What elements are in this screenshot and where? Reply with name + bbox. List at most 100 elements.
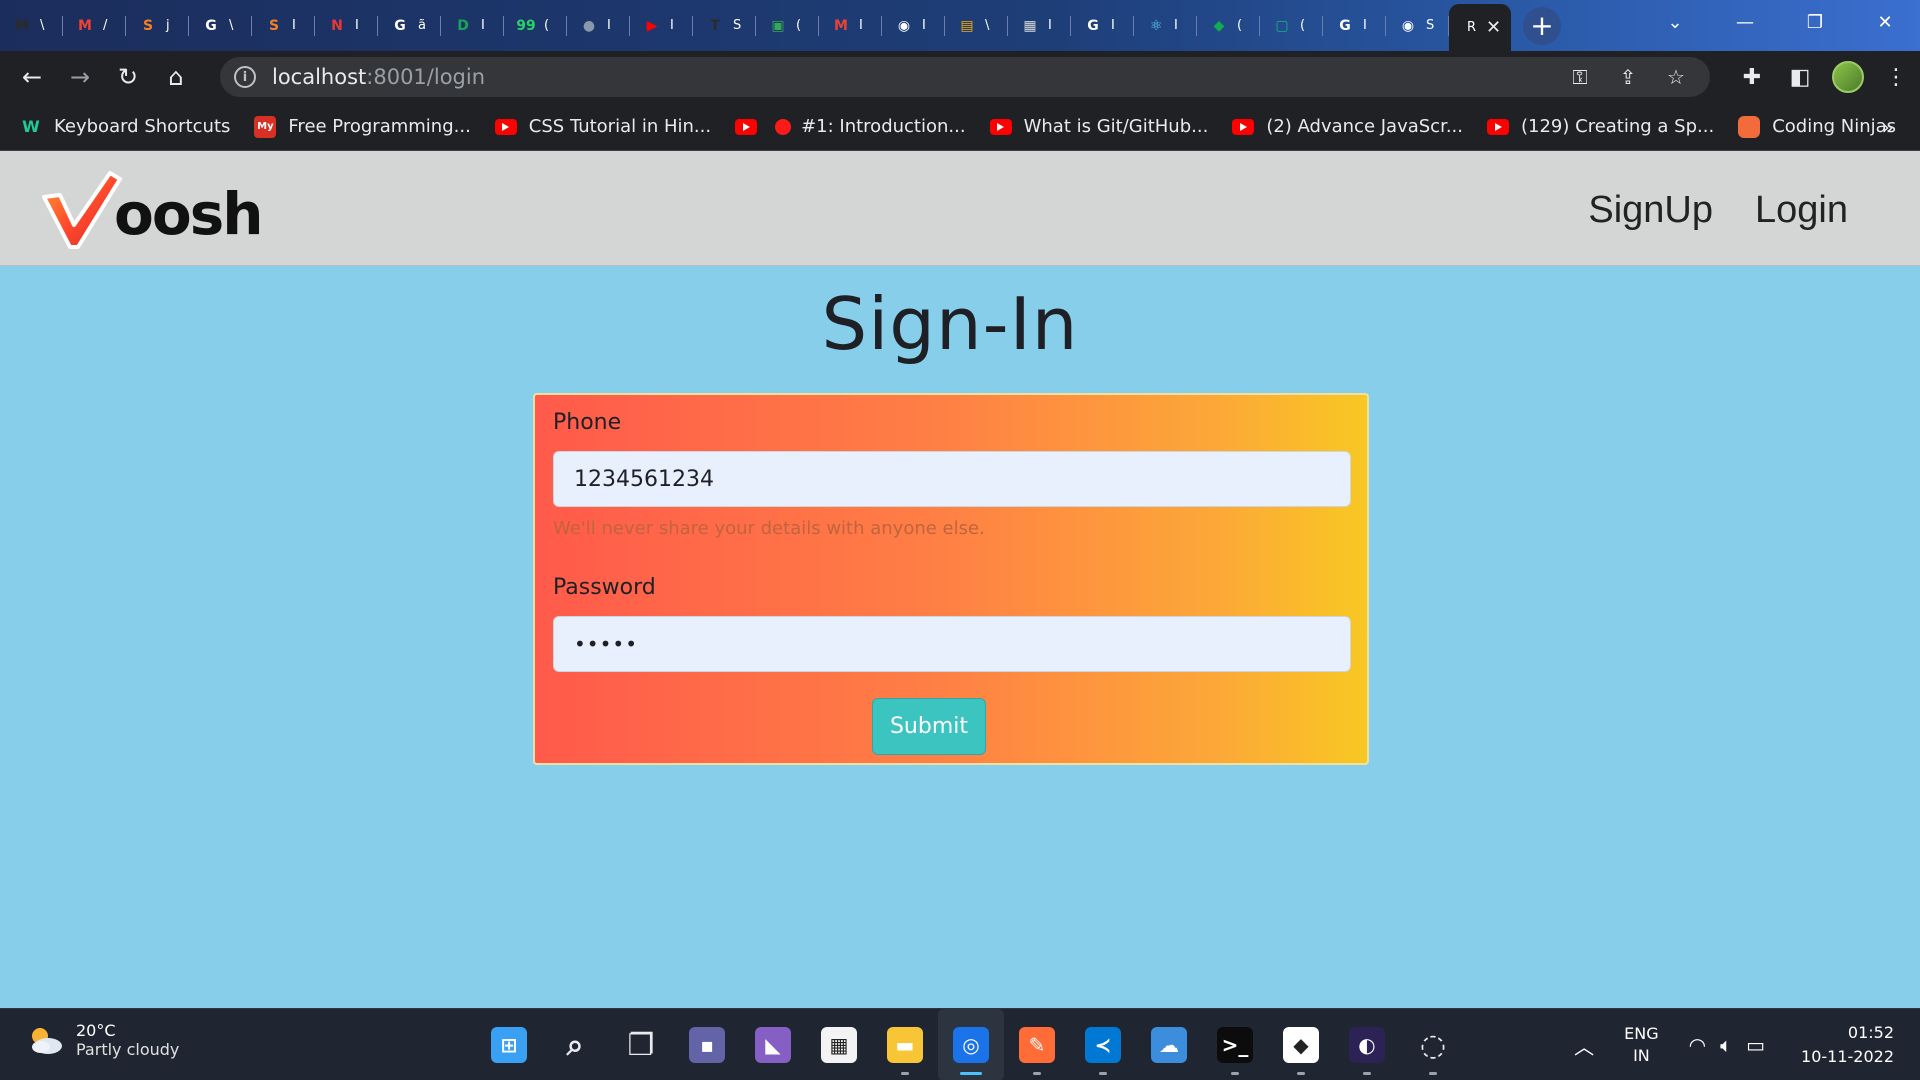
partly-cloudy-icon [26, 1024, 66, 1056]
github-icon: ◉ [1401, 17, 1415, 34]
taskbar-app[interactable]: ☁ [1136, 1009, 1202, 1080]
submit-button[interactable]: Submit [872, 698, 986, 755]
taskbar-app[interactable]: ◆ [1268, 1009, 1334, 1080]
tab-15[interactable]: ▤ \ [945, 0, 1008, 51]
tab-title: I [607, 18, 611, 33]
tab-16[interactable]: ▦ I [1008, 0, 1071, 51]
clock[interactable]: 01:52 10-11-2022 [1801, 1021, 1894, 1069]
tab-19[interactable]: ◆( [1197, 0, 1260, 51]
bookmarks-bar: W Keyboard Shortcuts My Free Programming...… [0, 103, 1920, 151]
tab-22[interactable]: ◉ S [1386, 0, 1449, 51]
menu-icon[interactable]: ⋮ [1872, 65, 1920, 90]
taskbar-app[interactable]: ▪ [674, 1009, 740, 1080]
password-input[interactable]: ••••• [553, 616, 1351, 672]
taskbar-app[interactable]: ▬ [872, 1009, 938, 1080]
extensions-icon[interactable]: ✚ [1728, 65, 1776, 90]
shield-icon: D [457, 17, 469, 34]
tab-12[interactable]: ▣( [756, 0, 819, 51]
reload-icon[interactable]: ↻ [104, 51, 152, 103]
battery-icon[interactable]: ▭ [1746, 1033, 1765, 1057]
wifi-icon[interactable]: ◠ [1689, 1033, 1706, 1057]
obs-icon: ◌ [1419, 1027, 1447, 1063]
tab-1[interactable]: M / [63, 0, 126, 51]
taskbar-app[interactable]: ◌ [1400, 1009, 1466, 1080]
weather-widget[interactable]: 20°C Partly cloudy [26, 1021, 179, 1059]
tab-10[interactable]: ▶ I [630, 0, 693, 51]
bookmark-item[interactable]: (129) Creating a Sp... [1487, 116, 1714, 137]
plus-icon: + [1530, 9, 1554, 42]
bookmark-item[interactable]: W Keyboard Shortcuts [20, 116, 230, 137]
tab-0[interactable]: M \ [0, 0, 63, 51]
teams-chat-icon: ▪ [689, 1027, 725, 1063]
notes-icon: ▤ [960, 17, 974, 34]
taskbar-app[interactable]: ◣ [740, 1009, 806, 1080]
tab-9[interactable]: ● I [567, 0, 630, 51]
taskbar-app[interactable]: ✎ [1004, 1009, 1070, 1080]
bookmark-item[interactable]: What is Git/GitHub... [989, 116, 1208, 137]
tab-6[interactable]: Gã [378, 0, 441, 51]
tab-20[interactable]: ▢( [1260, 0, 1323, 51]
tab-3[interactable]: G \ [189, 0, 252, 51]
running-indicator [960, 1072, 982, 1075]
taskbar-app[interactable]: ≺ [1070, 1009, 1136, 1080]
tab-title: I [481, 18, 485, 33]
tab-21[interactable]: GI [1323, 0, 1386, 51]
new-tab-button[interactable]: + [1523, 6, 1561, 45]
address-bar[interactable]: i localhost:8001/login ⚿ ⇪ ☆ [220, 57, 1710, 97]
voosh-logo[interactable]: oosh [40, 169, 264, 249]
tab-11[interactable]: TS [693, 0, 756, 51]
running-indicator [1231, 1072, 1239, 1075]
minimize-icon[interactable]: — [1710, 0, 1780, 44]
side-panel-icon[interactable]: ◧ [1776, 65, 1824, 90]
tab-18[interactable]: ⚛ I [1134, 0, 1197, 51]
taskbar-app[interactable]: ❐ [608, 1009, 674, 1080]
tab-strip: M \ M / Sj G \ S I N I Gã D I 99(● I ▶ I T S ▣(M I ◉ I ▤ \ ▦ I G I ⚛ I ◆… [0, 0, 1920, 51]
share-icon[interactable]: ⇪ [1604, 65, 1652, 89]
bookmark-item[interactable]: #1: Introduction... [735, 116, 966, 137]
restore-icon[interactable]: ❐ [1780, 0, 1850, 44]
tab-2[interactable]: Sj [126, 0, 189, 51]
tab-13[interactable]: MI [819, 0, 882, 51]
tab-8[interactable]: 99 ( [504, 0, 567, 51]
site-info-icon[interactable]: i [234, 66, 256, 88]
taskbar-app[interactable]: >_ [1202, 1009, 1268, 1080]
login-link[interactable]: Login [1755, 189, 1848, 232]
tab-7[interactable]: DI [441, 0, 504, 51]
my-icon: My [254, 115, 277, 138]
tab-4[interactable]: SI [252, 0, 315, 51]
close-window-icon[interactable]: ✕ [1850, 0, 1920, 44]
tab-title: I [1048, 18, 1052, 33]
tab-14[interactable]: ◉ I [882, 0, 945, 51]
back-arrow-icon[interactable]: ← [8, 51, 56, 103]
key-icon[interactable]: ⚿ [1556, 65, 1604, 89]
signup-link[interactable]: SignUp [1588, 189, 1713, 232]
bookmarks-more-icon[interactable]: » [1882, 115, 1894, 139]
bookmark-item[interactable]: Coding Ninjas [1738, 115, 1896, 138]
chevron-up-icon[interactable]: ︿ [1574, 1031, 1594, 1060]
bookmark-item[interactable]: CSS Tutorial in Hin... [494, 116, 711, 137]
tab-17[interactable]: GI [1071, 0, 1134, 51]
phone-input[interactable]: 1234561234 [553, 451, 1351, 507]
forward-arrow-icon[interactable]: → [56, 51, 104, 103]
star-icon[interactable]: ☆ [1652, 65, 1700, 89]
taskbar-app[interactable]: ◐ [1334, 1009, 1400, 1080]
taskbar-app[interactable]: ◎ [938, 1009, 1004, 1080]
tab-title: ( [796, 18, 802, 33]
taskbar-app[interactable]: ▦ [806, 1009, 872, 1080]
taskbar-app[interactable]: ⊞ [476, 1009, 542, 1080]
bookmark-item[interactable]: (2) Advance JavaScr... [1232, 116, 1463, 137]
close-icon[interactable]: ✕ [1486, 17, 1501, 38]
taskbar-app[interactable]: ⌕ [542, 1009, 608, 1080]
volume-icon[interactable]: 🔈︎ [1720, 1033, 1732, 1057]
avatar[interactable] [1832, 61, 1864, 93]
google-icon: G [1087, 17, 1099, 34]
bookmark-icon: N [331, 17, 343, 34]
tab-active[interactable]: R ✕ [1449, 4, 1511, 51]
cloud-app-icon: ☁ [1151, 1027, 1187, 1063]
bookmark-item[interactable]: My Free Programming... [254, 115, 471, 138]
home-icon[interactable]: ⌂ [152, 51, 200, 103]
tab-5[interactable]: NI [315, 0, 378, 51]
language-indicator[interactable]: ENG IN [1624, 1023, 1658, 1067]
youtube-icon [735, 118, 758, 135]
tab-search-icon[interactable]: ⌄ [1640, 0, 1710, 44]
